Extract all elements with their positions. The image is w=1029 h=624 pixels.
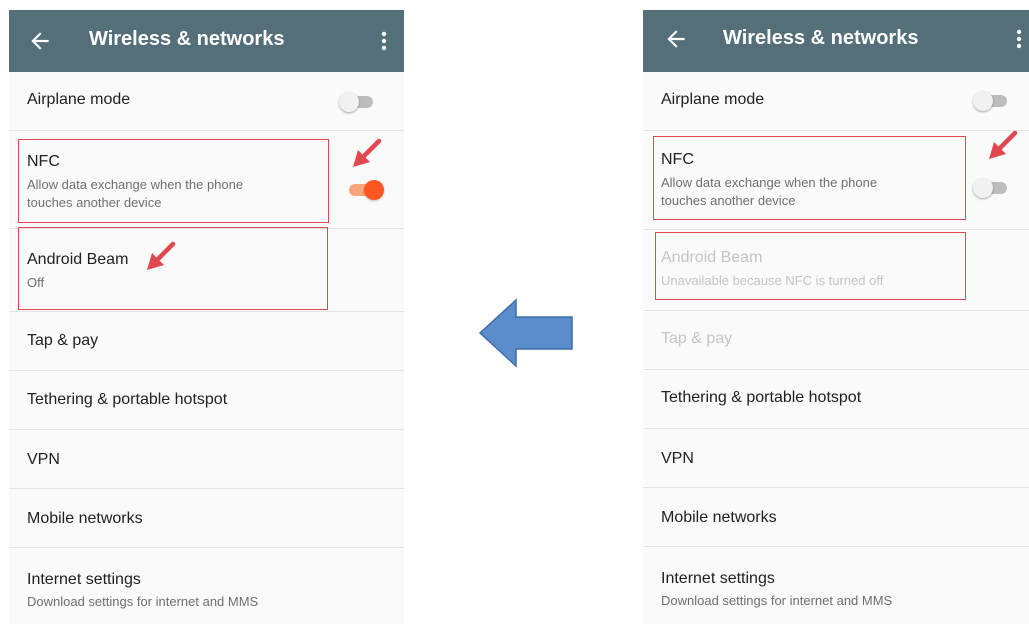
setting-label: Mobile networks — [27, 510, 143, 527]
setting-summary: Download settings for internet and MMS — [661, 593, 893, 608]
setting-vpn[interactable]: VPN — [9, 430, 404, 489]
red-arrow-icon — [353, 138, 382, 167]
arrow-left-icon[interactable] — [27, 28, 53, 54]
setting-mobile-networks[interactable]: Mobile networks — [643, 488, 1029, 547]
setting-summary: touches another device — [661, 193, 796, 208]
setting-label: Tap & pay — [661, 330, 733, 347]
page-title: Wireless & networks — [723, 27, 919, 49]
phone-screen-left: Wireless & networks Airplane mode NFC Al… — [9, 10, 404, 624]
setting-tethering[interactable]: Tethering & portable hotspot — [643, 370, 1029, 429]
setting-android-beam: Android Beam Unavailable because NFC is … — [643, 230, 1029, 311]
toolbar: Wireless & networks — [9, 10, 404, 72]
setting-summary: touches another device — [27, 195, 162, 210]
setting-label: NFC — [661, 151, 694, 168]
setting-nfc[interactable]: NFC Allow data exchange when the phone t… — [9, 131, 404, 229]
setting-label: VPN — [27, 451, 60, 468]
setting-label: Internet settings — [27, 571, 141, 588]
red-arrow-icon — [147, 241, 176, 270]
setting-vpn[interactable]: VPN — [643, 429, 1029, 488]
setting-airplane-mode[interactable]: Airplane mode — [9, 72, 404, 131]
airplane-mode-toggle[interactable] — [973, 90, 1009, 111]
setting-label: NFC — [27, 153, 60, 170]
setting-android-beam[interactable]: Android Beam Off — [9, 229, 404, 312]
setting-airplane-mode[interactable]: Airplane mode — [643, 72, 1029, 131]
setting-summary: Unavailable because NFC is turned off — [661, 273, 884, 288]
setting-summary: Download settings for internet and MMS — [27, 594, 259, 609]
page-title: Wireless & networks — [89, 28, 285, 50]
setting-label: Internet settings — [661, 570, 775, 587]
setting-label: Android Beam — [661, 249, 763, 266]
setting-label: Tethering & portable hotspot — [27, 391, 228, 408]
setting-tap-pay: Tap & pay — [643, 311, 1029, 370]
setting-summary: Allow data exchange when the phone — [27, 177, 244, 192]
setting-tethering[interactable]: Tethering & portable hotspot — [9, 371, 404, 430]
setting-label: Tap & pay — [27, 332, 99, 349]
setting-internet-settings[interactable]: Internet settings Download settings for … — [9, 548, 404, 624]
red-arrow-icon — [989, 130, 1018, 159]
airplane-mode-toggle[interactable] — [339, 91, 375, 112]
more-vert-icon[interactable] — [1015, 27, 1023, 51]
setting-internet-settings[interactable]: Internet settings Download settings for … — [643, 547, 1029, 624]
toolbar: Wireless & networks — [643, 10, 1029, 72]
setting-summary: Off — [27, 275, 45, 290]
nfc-toggle[interactable] — [973, 177, 1009, 198]
setting-mobile-networks[interactable]: Mobile networks — [9, 489, 404, 548]
arrow-left-icon[interactable] — [663, 26, 689, 52]
setting-summary: Allow data exchange when the phone — [661, 175, 878, 190]
setting-label: Airplane mode — [27, 91, 131, 108]
setting-nfc[interactable]: NFC Allow data exchange when the phone t… — [643, 131, 1029, 230]
nfc-toggle[interactable] — [347, 179, 384, 200]
phone-screen-right: Wireless & networks Airplane mode NFC Al… — [643, 10, 1029, 624]
setting-label: VPN — [661, 450, 694, 467]
setting-label: Airplane mode — [661, 91, 765, 108]
blue-left-arrow-icon — [478, 298, 573, 368]
setting-label: Android Beam — [27, 251, 129, 268]
more-vert-icon[interactable] — [380, 29, 388, 53]
setting-label: Tethering & portable hotspot — [661, 389, 862, 406]
setting-tap-pay[interactable]: Tap & pay — [9, 312, 404, 371]
setting-label: Mobile networks — [661, 509, 777, 526]
